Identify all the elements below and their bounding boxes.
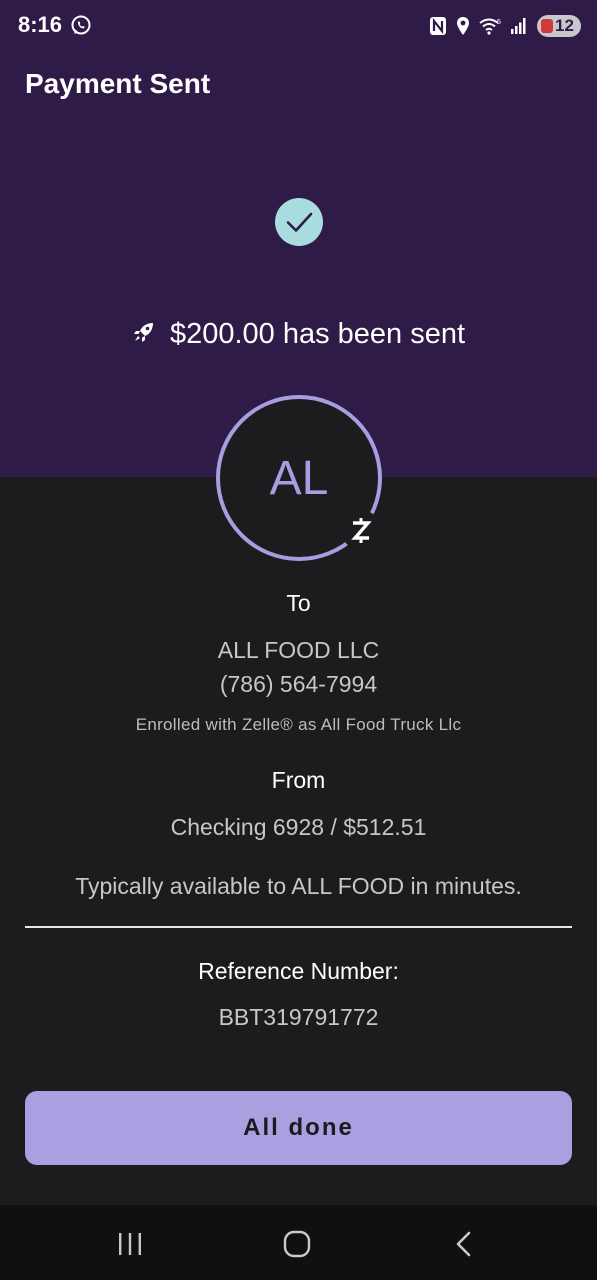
battery-level: 12 xyxy=(555,16,574,35)
wifi-icon: 5 xyxy=(479,17,501,35)
recents-icon[interactable] xyxy=(110,1224,150,1264)
availability-text: Typically available to ALL FOOD in minut… xyxy=(75,873,522,899)
to-label: To xyxy=(286,590,311,616)
whatsapp-icon xyxy=(70,14,92,36)
status-icons: 5 12 xyxy=(429,12,581,40)
zelle-icon xyxy=(341,510,381,550)
checkmark-icon xyxy=(275,198,323,246)
battery-low-indicator xyxy=(541,19,553,33)
back-icon[interactable] xyxy=(444,1224,484,1264)
all-done-button[interactable]: All done xyxy=(25,1091,572,1165)
nfc-icon xyxy=(429,16,447,36)
home-icon[interactable] xyxy=(277,1224,317,1264)
divider xyxy=(25,926,572,928)
page-title: Payment Sent xyxy=(25,68,211,99)
status-time: 8:16 xyxy=(18,12,63,37)
sent-amount-text: $200.00 has been sent xyxy=(169,318,466,350)
battery-icon: 12 xyxy=(537,15,581,37)
svg-text:5: 5 xyxy=(497,19,501,26)
from-account: Checking 6928 / $512.51 xyxy=(170,814,427,840)
signal-icon xyxy=(510,17,528,35)
reference-number: BBT319791772 xyxy=(218,1004,379,1030)
recipient-name: ALL FOOD LLC xyxy=(217,637,380,663)
location-icon xyxy=(456,16,470,36)
rocket-icon xyxy=(132,320,156,349)
from-label: From xyxy=(271,767,326,793)
sent-message: $200.00 has been sent xyxy=(0,318,597,351)
recipient-phone: (786) 564-7994 xyxy=(219,671,378,697)
zelle-enrolled-text: Enrolled with Zelle® as All Food Truck L… xyxy=(135,715,462,734)
reference-label: Reference Number: xyxy=(198,958,399,984)
avatar-initials: AL xyxy=(269,451,329,505)
